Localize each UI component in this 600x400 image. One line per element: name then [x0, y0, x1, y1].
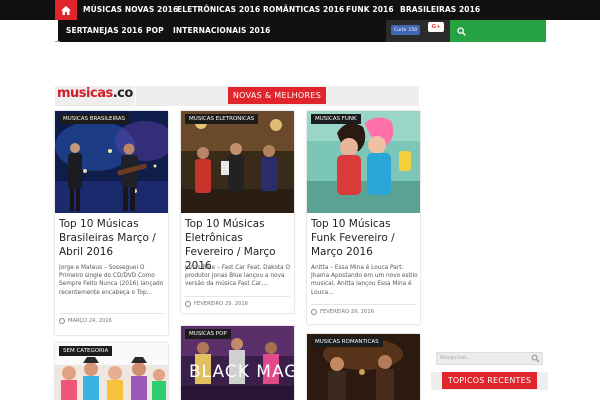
post-card[interactable]: SEM CATEGORIA	[55, 343, 168, 400]
section-title: NOVAS & MELHORES	[228, 87, 326, 104]
logo-text: musicas	[57, 86, 113, 101]
google-plus-label: G+	[431, 24, 441, 30]
category-badge[interactable]: MUSICAS POP	[185, 329, 231, 339]
post-title[interactable]: Top 10 Músicas Brasileiras Março / Abril…	[59, 217, 165, 259]
logo-suffix: .co	[112, 86, 134, 101]
nav-item-funk[interactable]: FUNK 2016	[346, 5, 394, 14]
post-card[interactable]: MUSICAS ELETRONICAS Top 10 Músicas Eletr…	[181, 111, 294, 313]
post-excerpt: Jonas Blue – Fast Car Feat. Dakota O pro…	[185, 265, 291, 288]
search-icon[interactable]	[531, 354, 540, 363]
post-date: FEVEREIRO 29, 2016	[185, 301, 248, 307]
nav-item-internacionais[interactable]: INTERNACIONAIS 2016	[173, 26, 271, 35]
post-card[interactable]: BLACK MAG MUSICAS POP	[181, 326, 294, 400]
google-plus-button[interactable]: G+	[428, 22, 444, 32]
category-badge[interactable]: MUSICAS ELETRONICAS	[185, 114, 259, 124]
logo-divider	[135, 86, 136, 106]
thumbnail-text: BLACK MAG	[189, 362, 294, 382]
category-badge[interactable]: MUSICAS BRASILEIRAS	[59, 114, 129, 124]
category-badge[interactable]: MUSICAS FUNK	[311, 114, 361, 124]
nav-item-sertanejas[interactable]: SERTANEJAS 2016	[66, 26, 143, 35]
nav-divider	[55, 41, 60, 42]
card-divider	[59, 313, 164, 314]
facebook-like-label: Curtir 150	[394, 27, 418, 33]
category-badge[interactable]: SEM CATEGORIA	[59, 346, 113, 356]
post-card[interactable]: MUSICAS BRASILEIRAS Top 10 Músicas Brasi…	[55, 111, 168, 335]
home-button[interactable]	[55, 0, 77, 20]
post-date-text: FEVEREIRO 29, 2016	[320, 309, 374, 315]
search-button[interactable]	[454, 24, 468, 38]
nav-item-brasileiras[interactable]: BRASILEIRAS 2016	[400, 5, 480, 14]
page: MÚSICAS NOVAS 2016 ELETRÔNICAS 2016 ROMÂ…	[0, 0, 600, 400]
sidebar-search-input[interactable]: Pesquisar...	[436, 352, 543, 365]
card-divider	[311, 304, 416, 305]
post-date: MARÇO 24, 2016	[59, 318, 112, 324]
category-badge[interactable]: MUSICAS ROMANTICAS	[311, 337, 383, 347]
post-thumbnail[interactable]	[181, 111, 294, 213]
clock-icon	[59, 318, 65, 324]
post-date-text: MARÇO 24, 2016	[68, 318, 112, 324]
post-thumbnail[interactable]	[307, 111, 420, 213]
card-divider	[185, 296, 290, 297]
clock-icon	[185, 301, 191, 307]
post-card[interactable]: MUSICAS ROMANTICAS	[307, 334, 420, 400]
post-date: FEVEREIRO 29, 2016	[311, 309, 374, 315]
post-date-text: FEVEREIRO 29, 2016	[194, 301, 248, 307]
post-excerpt: Anitta – Essa Mina é Louca Part. Jhama A…	[311, 265, 418, 296]
post-title[interactable]: Top 10 Músicas Funk Fevereiro / Março 20…	[311, 217, 417, 259]
post-thumbnail[interactable]	[55, 111, 168, 213]
nav-item-eletronicas[interactable]: ELETRÔNICAS 2016	[177, 5, 260, 14]
nav-item-romanticas[interactable]: ROMÂNTICAS 2016	[263, 5, 344, 14]
nav-item-pop[interactable]: POP	[146, 26, 164, 35]
sidebar-title: TOPICOS RECENTES	[442, 372, 537, 389]
facebook-like-button[interactable]: Curtir 150	[391, 25, 421, 35]
home-icon	[61, 5, 71, 15]
post-excerpt: Jorge e Mateus – Sosseguei O Primeiro si…	[59, 265, 164, 296]
post-card[interactable]: MUSICAS FUNK Top 10 Músicas Funk Feverei…	[307, 111, 420, 324]
search-placeholder: Pesquisar...	[440, 355, 472, 361]
clock-icon	[311, 309, 317, 315]
search-icon	[456, 26, 466, 36]
site-logo[interactable]: musicas.co	[57, 86, 133, 101]
nav-item-musicas-novas[interactable]: MÚSICAS NOVAS 2016	[83, 5, 178, 14]
